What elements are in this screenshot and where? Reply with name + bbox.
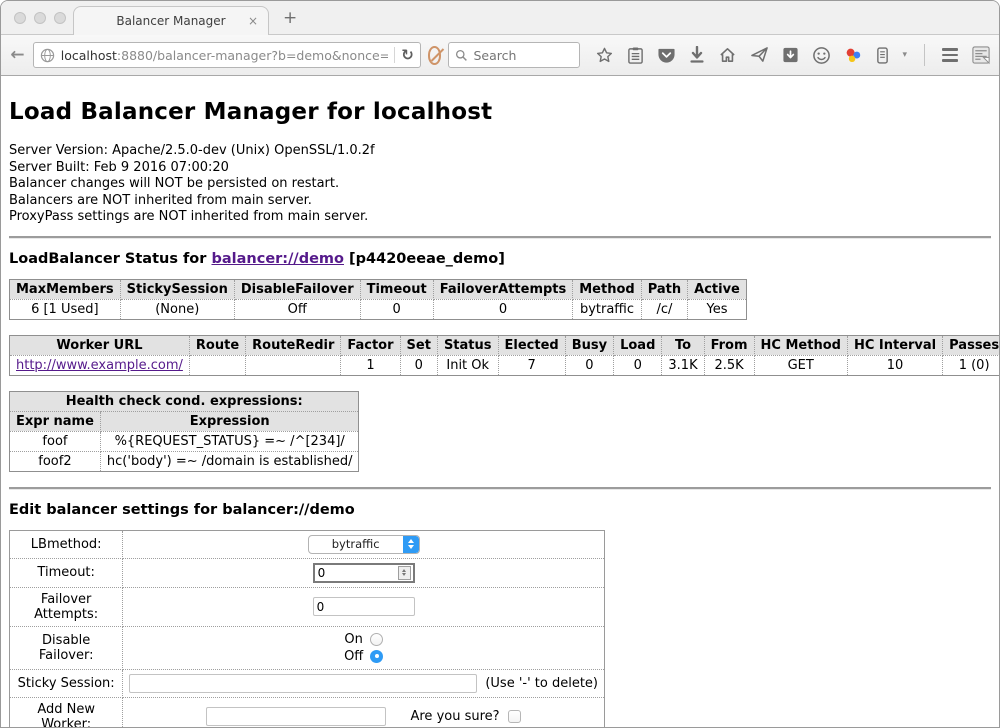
- reload-icon[interactable]: ↻: [401, 46, 414, 64]
- tab-bar: Balancer Manager × +: [1, 1, 999, 35]
- menu-icon[interactable]: [942, 48, 958, 62]
- globe-icon: [40, 48, 55, 63]
- window-controls[interactable]: [14, 12, 66, 24]
- balancer-edit-form: LBmethod: bytraffic Timeout: 0: [9, 530, 605, 728]
- timeout-label: Timeout:: [10, 558, 123, 587]
- failover-attempts-row: Failover Attempts:: [10, 587, 605, 626]
- add-worker-input[interactable]: [206, 707, 386, 726]
- health-check-table: Health check cond. expressions: Expr nam…: [9, 391, 359, 472]
- page-title: Load Balancer Manager for localhost: [9, 99, 991, 125]
- zoom-window-button[interactable]: [54, 12, 66, 24]
- content-block-icon[interactable]: [428, 46, 442, 65]
- are-you-sure-checkbox[interactable]: [508, 710, 521, 723]
- lbmethod-select[interactable]: bytraffic: [308, 535, 420, 554]
- disable-failover-on-radio[interactable]: [370, 633, 383, 646]
- sticky-session-hint: (Use '-' to delete): [485, 676, 598, 691]
- inherit-notice-line: Balancers are NOT inherited from main se…: [9, 193, 991, 210]
- chevron-down-icon[interactable]: ▾: [902, 50, 907, 60]
- section-divider: [9, 487, 991, 490]
- browser-window: Balancer Manager × + ← localhost:8880/ba…: [0, 0, 1000, 728]
- failover-attempts-label: Failover Attempts:: [10, 587, 123, 626]
- failover-attempts-input[interactable]: [313, 597, 415, 616]
- table-header-row: MaxMembers StickySession DisableFailover…: [10, 279, 747, 299]
- edit-settings-heading: Edit balancer settings for balancer://de…: [9, 502, 991, 518]
- home-icon[interactable]: [718, 46, 737, 64]
- health-table-title-row: Health check cond. expressions:: [10, 391, 359, 411]
- downloads-icon[interactable]: [689, 46, 705, 64]
- worker-url-link[interactable]: http://www.example.com/: [16, 358, 183, 373]
- container-icon[interactable]: [876, 46, 889, 65]
- add-worker-label: Add New Worker:: [10, 697, 123, 728]
- persist-notice-line: Balancer changes will NOT be persisted o…: [9, 176, 991, 193]
- timeout-input[interactable]: 0: [313, 563, 415, 583]
- send-icon[interactable]: [750, 46, 769, 64]
- toolbar-divider: [924, 44, 925, 66]
- tab-balancer-manager[interactable]: Balancer Manager ×: [73, 6, 269, 35]
- table-header-row: Worker URL Route RouteRedir Factor Set S…: [10, 335, 1000, 355]
- search-icon: [455, 49, 468, 62]
- toolbar-icons: ▾: [595, 44, 991, 66]
- disable-failover-off-radio[interactable]: [370, 650, 383, 663]
- section-divider: [9, 236, 991, 239]
- sticky-session-input[interactable]: [129, 674, 477, 693]
- tab-title: Balancer Manager: [116, 14, 225, 28]
- server-built-line: Server Built: Feb 9 2016 07:00:20: [9, 160, 991, 177]
- lbmethod-label: LBmethod:: [10, 530, 123, 558]
- server-info: Server Version: Apache/2.5.0-dev (Unix) …: [9, 143, 991, 226]
- health-expr-row: foof %{REQUEST_STATUS} =~ /^[234]/: [10, 431, 359, 451]
- close-window-button[interactable]: [14, 12, 26, 24]
- timeout-row: Timeout: 0: [10, 558, 605, 587]
- table-header-row: Expr name Expression: [10, 411, 359, 431]
- tab-close-icon[interactable]: ×: [248, 14, 258, 28]
- radio-on-label: On: [344, 631, 362, 648]
- health-expr-row: foof2 hc('body') =~ /domain is establish…: [10, 451, 359, 471]
- disable-failover-row: Disable Failover: On Off: [10, 626, 605, 669]
- table-row: 6 [1 Used] (None) Off 0 0 bytraffic /c/ …: [10, 299, 747, 319]
- extension-grid-icon[interactable]: [971, 45, 991, 65]
- are-you-sure-label: Are you sure?: [410, 709, 499, 724]
- back-button[interactable]: ←: [9, 42, 26, 68]
- balancer-demo-link[interactable]: balancer://demo: [211, 251, 344, 267]
- search-bar[interactable]: [448, 42, 580, 68]
- disable-failover-label: Disable Failover:: [10, 626, 123, 669]
- loadbalancer-status-heading: LoadBalancer Status for balancer://demo …: [9, 251, 991, 267]
- worker-row: http://www.example.com/ 1 0 Init Ok 7 0 …: [10, 355, 1000, 375]
- add-worker-row: Add New Worker: Are you sure?: [10, 697, 605, 728]
- navigation-toolbar: ← localhost:8880/balancer-manager?b=demo…: [1, 35, 999, 76]
- feedback-smiley-icon[interactable]: [812, 46, 831, 65]
- lbmethod-row: LBmethod: bytraffic: [10, 530, 605, 558]
- page-content: Load Balancer Manager for localhost Serv…: [1, 76, 999, 728]
- select-stepper-icon: [403, 536, 419, 553]
- sticky-session-label: Sticky Session:: [10, 669, 123, 697]
- color-dots-icon[interactable]: [844, 46, 863, 65]
- save-to-device-icon[interactable]: [782, 46, 799, 64]
- new-tab-button[interactable]: +: [283, 8, 297, 28]
- search-input[interactable]: [473, 48, 573, 63]
- minimize-window-button[interactable]: [34, 12, 46, 24]
- server-version-line: Server Version: Apache/2.5.0-dev (Unix) …: [9, 143, 991, 160]
- bookmark-star-icon[interactable]: [595, 46, 614, 65]
- proxypass-notice-line: ProxyPass settings are NOT inherited fro…: [9, 209, 991, 226]
- balancer-settings-table: MaxMembers StickySession DisableFailover…: [9, 279, 747, 320]
- reading-list-icon[interactable]: [627, 46, 644, 65]
- worker-table: Worker URL Route RouteRedir Factor Set S…: [9, 335, 999, 376]
- radio-off-label: Off: [344, 648, 363, 665]
- pocket-icon[interactable]: [657, 46, 676, 64]
- url-bar[interactable]: localhost:8880/balancer-manager?b=demo&n…: [33, 42, 421, 68]
- urlbar-divider: [394, 47, 395, 63]
- number-spinner-icon[interactable]: [398, 566, 411, 580]
- url-text[interactable]: localhost:8880/balancer-manager?b=demo&n…: [61, 48, 388, 63]
- sticky-session-row: Sticky Session: (Use '-' to delete): [10, 669, 605, 697]
